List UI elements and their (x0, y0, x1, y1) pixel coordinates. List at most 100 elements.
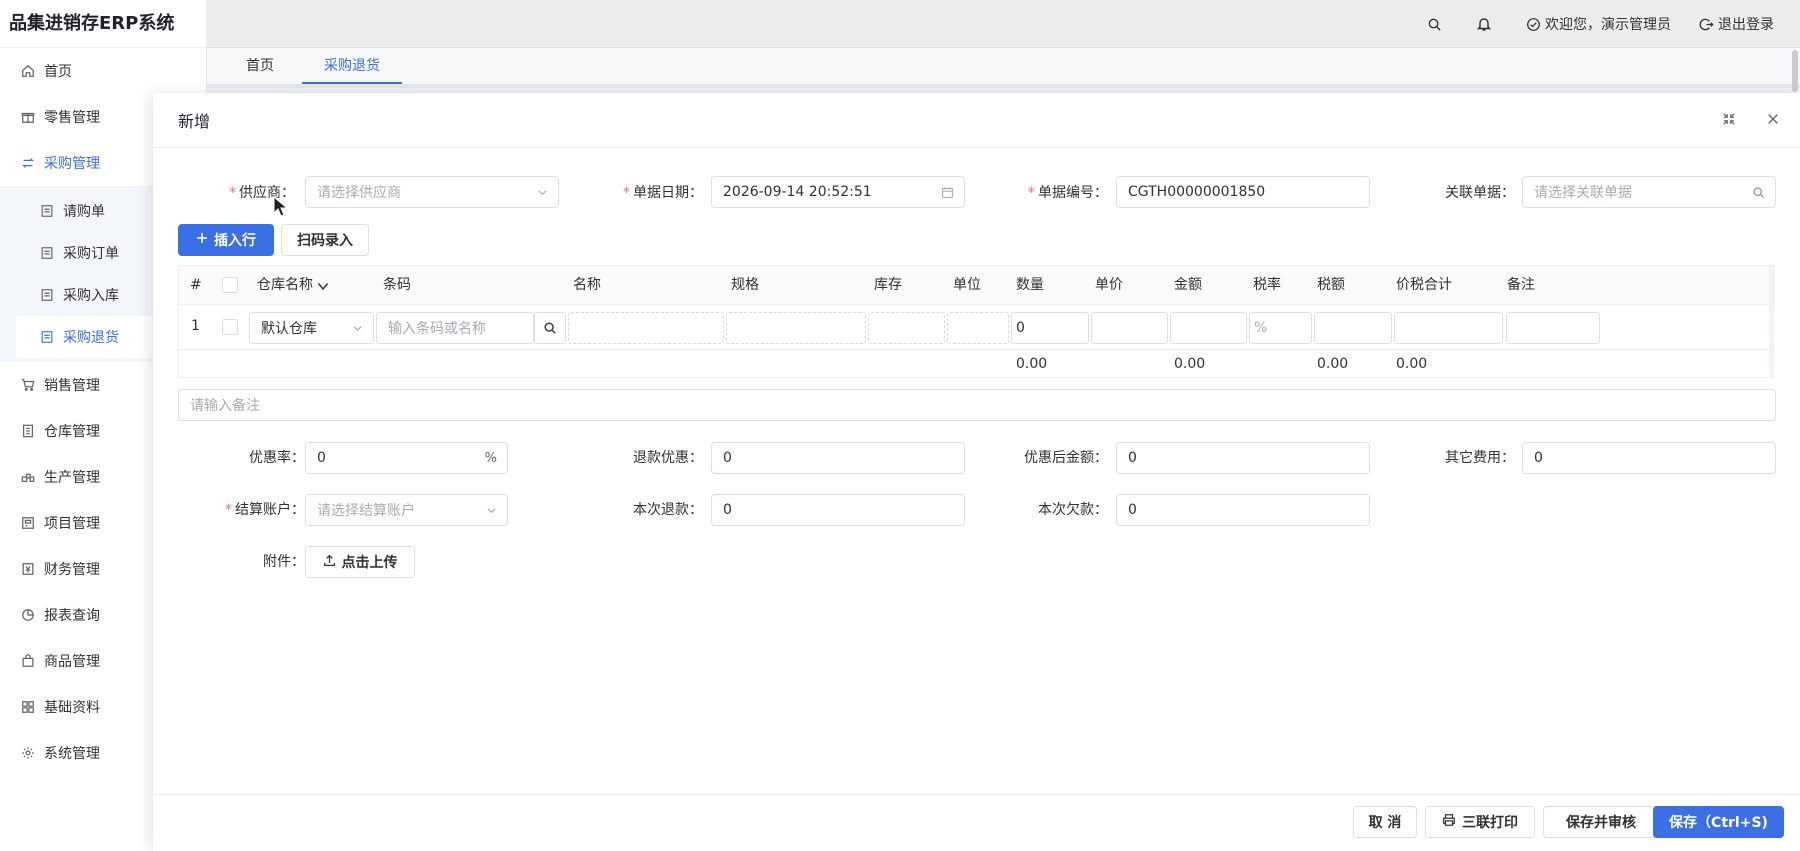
barcode-input[interactable]: 输入条码或名称 (376, 312, 534, 344)
total-tax: 0.00 (1317, 356, 1349, 372)
account-select[interactable]: 请选择结算账户 (305, 494, 508, 526)
document-icon (40, 288, 54, 302)
supplier-select[interactable]: 请选择供应商 (305, 176, 559, 208)
table-scrollbar[interactable] (1769, 266, 1773, 378)
col-tax-rate: 税率 (1253, 277, 1281, 293)
select-all-checkbox[interactable] (222, 277, 238, 293)
sidebar-item-label: 采购订单 (63, 246, 119, 262)
col-quantity: 数量 (1016, 277, 1044, 293)
upload-label: 点击上传 (341, 555, 398, 571)
account-label: * 结算账户： (225, 502, 305, 518)
col-spec: 规格 (731, 277, 759, 293)
warehouse-value: 默认仓库 (261, 321, 317, 337)
save-button[interactable]: 保存（Ctrl+S) (1653, 806, 1784, 838)
warehouse-select[interactable]: 默认仓库 (249, 312, 374, 344)
header-actions: 欢迎您，演示管理员 退出登录 (1427, 0, 1774, 48)
col-stock: 库存 (874, 277, 902, 293)
name-cell[interactable] (568, 312, 724, 344)
sidebar-item-label: 商品管理 (44, 654, 100, 670)
save-audit-label: 保存并审核 (1566, 815, 1636, 831)
grid-icon (20, 699, 36, 715)
related-select[interactable]: 请选择关联单据 (1522, 176, 1776, 208)
bell-icon[interactable] (1476, 16, 1492, 32)
remark-placeholder: 请输入备注 (190, 398, 260, 414)
search-icon[interactable] (1427, 17, 1442, 32)
discount-rate-label: 优惠率： (249, 450, 305, 466)
refund-discount-input[interactable]: 0 (711, 442, 965, 474)
stock-cell[interactable] (868, 312, 945, 344)
percent-suffix: % (484, 450, 497, 466)
swap-icon (20, 155, 36, 171)
print-button[interactable]: 三联打印 (1425, 806, 1535, 838)
top-header: 欢迎您，演示管理员 退出登录 (207, 0, 1800, 48)
date-picker[interactable]: 2026-09-14 20:52:51 (711, 176, 965, 208)
production-icon (20, 469, 36, 485)
tab-purchase-return[interactable]: 采购退货 (302, 48, 402, 84)
warehouse-icon (20, 423, 36, 439)
quantity-value: 0 (1016, 320, 1025, 336)
total-with-tax: 0.00 (1396, 356, 1428, 372)
logout-button[interactable]: 退出登录 (1699, 14, 1774, 34)
barcode-search-button[interactable] (534, 312, 566, 344)
this-debt-input[interactable]: 0 (1116, 494, 1370, 526)
collapse-icon[interactable] (1722, 111, 1736, 130)
bag-icon (20, 653, 36, 669)
after-discount-input[interactable]: 0 (1116, 442, 1370, 474)
quantity-input[interactable]: 0 (1011, 312, 1089, 344)
printer-icon (1442, 813, 1456, 831)
cancel-button[interactable]: 取 消 (1353, 806, 1417, 838)
col-total-with-tax: 价税合计 (1396, 277, 1452, 293)
discount-rate-input[interactable]: 0 % (305, 442, 508, 474)
unit-cell[interactable] (947, 312, 1009, 344)
plus-icon (196, 232, 208, 248)
gift-icon (20, 109, 36, 125)
page-scrollbar[interactable] (1792, 50, 1798, 92)
total-quantity: 0.00 (1016, 356, 1048, 372)
sidebar-item-label: 财务管理 (44, 562, 100, 578)
remark-textarea[interactable]: 请输入备注 (178, 389, 1776, 421)
other-fee-input[interactable]: 0 (1522, 442, 1776, 474)
mouse-cursor-icon (273, 196, 289, 217)
items-table: # 仓库名称 条码 名称 规格 库存 单位 数量 单价 金额 税率 税额 价税合… (178, 265, 1774, 378)
search-icon[interactable] (1752, 177, 1765, 207)
this-refund-input[interactable]: 0 (711, 494, 965, 526)
upload-button[interactable]: 点击上传 (305, 546, 415, 578)
col-warehouse[interactable]: 仓库名称 (257, 266, 329, 305)
unit-price-input[interactable] (1091, 312, 1168, 344)
table-header: # 仓库名称 条码 名称 规格 库存 单位 数量 单价 金额 税率 税额 价税合… (179, 266, 1773, 305)
total-with-tax-input[interactable] (1394, 312, 1503, 344)
spec-cell[interactable] (726, 312, 866, 344)
logout-label: 退出登录 (1718, 17, 1774, 33)
drawer-footer: 取 消 三联打印 保存并审核 保存（Ctrl+S) (153, 794, 1800, 851)
sidebar-item-label: 生产管理 (44, 470, 100, 486)
row-checkbox[interactable] (222, 319, 238, 335)
document-icon (40, 246, 54, 260)
attachment-label: 附件： (263, 554, 305, 570)
drawer-title: 新增 (178, 112, 211, 131)
col-unit-price: 单价 (1095, 277, 1123, 293)
account-placeholder: 请选择结算账户 (317, 503, 415, 519)
date-value: 2026-09-14 20:52:51 (723, 184, 872, 200)
amount-input[interactable] (1170, 312, 1247, 344)
chevron-down-icon (317, 282, 329, 290)
welcome-user[interactable]: 欢迎您，演示管理员 (1526, 14, 1671, 34)
col-index: # (190, 277, 202, 293)
finance-icon (20, 561, 36, 577)
table-totals-row: 0.00 0.00 0.00 0.00 (179, 350, 1773, 378)
tax-rate-input[interactable]: % (1249, 312, 1312, 344)
insert-row-button[interactable]: 插入行 (178, 224, 274, 256)
save-label: 保存（Ctrl+S) (1669, 815, 1768, 831)
sidebar-item-home[interactable]: 首页 (0, 48, 206, 94)
cart-icon (20, 377, 36, 393)
number-input[interactable]: CGTH00000001850 (1116, 176, 1370, 208)
supplier-placeholder: 请选择供应商 (317, 185, 401, 201)
tax-amount-input[interactable] (1314, 312, 1392, 344)
remark-input[interactable] (1506, 312, 1600, 344)
close-icon[interactable] (1766, 111, 1780, 130)
save-and-audit-button[interactable]: 保存并审核 (1543, 806, 1659, 838)
number-label: * 单据编号： (1028, 185, 1108, 201)
tab-home[interactable]: 首页 (224, 48, 296, 84)
scan-entry-button[interactable]: 扫码录入 (281, 224, 369, 256)
upload-icon (323, 554, 336, 571)
sidebar-item-label: 报表查询 (44, 608, 100, 624)
